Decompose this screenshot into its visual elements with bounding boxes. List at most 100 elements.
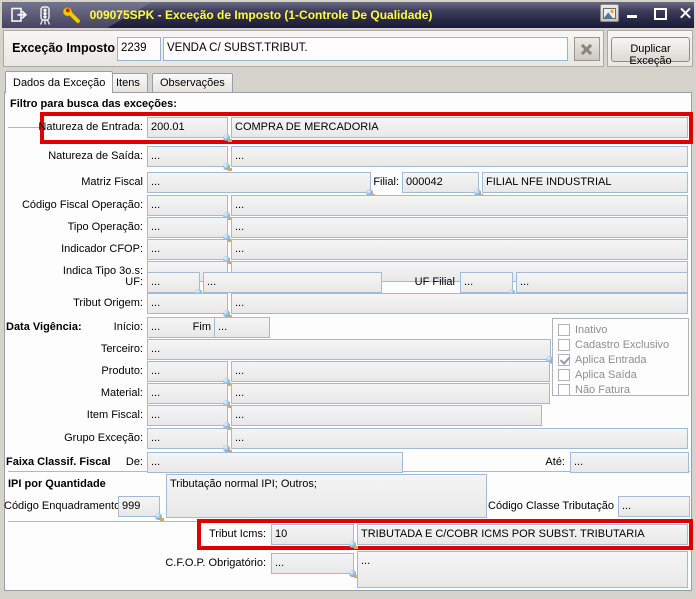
codigo-classe-tributacao-label: Código Classe Tributação [488,500,614,512]
checkbox-box[interactable] [558,368,570,381]
tribut-origem-desc-field[interactable]: ... [231,293,688,314]
uf-label: UF: [125,276,143,288]
item-fiscal-desc-field[interactable]: ... [231,405,542,426]
filial-code-field[interactable]: 000042 [402,172,483,197]
maximize-icon [653,8,667,20]
lookup-indicator-icon [349,570,358,578]
ipi-tributacao-field[interactable]: Tributação normal IPI; Outros; [166,474,487,518]
indicador-cfop-code-field[interactable]: ... [147,239,232,264]
close-icon [679,6,693,20]
tipo-operacao-desc-field[interactable]: ... [231,217,688,238]
ipi-section-label: IPI por Quantidade [8,478,106,490]
checkbox-nao-fatura[interactable]: Não Fatura [558,382,688,397]
checkbox-cadastro-exclusivo[interactable]: Cadastro Exclusivo [558,337,688,352]
material-code-field[interactable]: ... [147,383,232,408]
natureza-entrada-desc-field[interactable]: COMPRA DE MERCADORIA [231,117,688,138]
duplicate-exception-button[interactable]: Duplicar Exceção [611,37,690,67]
app-window: 009075SPK - Exceção de Imposto (1-Contro… [0,0,696,599]
tribut-icms-desc-field[interactable]: TRIBUTADA E C/COBR ICMS POR SUBST. TRIBU… [357,524,688,545]
clear-exception-button[interactable] [574,37,600,61]
indicador-cfop-desc-field[interactable]: ... [231,239,688,260]
de-field[interactable]: ... [147,452,403,473]
matriz-fiscal-label: Matriz Fiscal [81,176,143,188]
codigo-enquadramento-label: Código Enquadramento [4,500,121,512]
cfop-obrigatorio-code-field[interactable]: ... [271,553,358,578]
checkbox-label: Cadastro Exclusivo [575,338,670,351]
uf-desc-field[interactable]: ... [203,272,382,293]
lookup-indicator-icon [223,163,232,171]
grupo-excecao-label: Grupo Exceção: [64,432,143,444]
checkbox-inativo[interactable]: Inativo [558,322,688,337]
checkbox-box[interactable] [558,383,570,396]
ate-label: Até: [545,456,565,468]
tab-observacoes[interactable]: Observações [152,73,233,92]
fim-label: Fim [192,321,211,333]
codigo-enquadramento-field[interactable]: 999 [118,496,164,521]
item-fiscal-label: Item Fiscal: [86,409,143,421]
header-label: Exceção Imposto [12,41,115,55]
codigo-fiscal-operacao-code-field[interactable]: ... [147,195,232,220]
checkbox-label: Aplica Entrada [575,353,647,366]
checkbox-label: Inativo [575,323,608,336]
lookup-indicator-icon [155,513,164,521]
flags-panel: Inativo Cadastro Exclusivo Aplica Entrad… [552,318,689,396]
indicador-cfop-label: Indicador CFOP: [61,243,143,255]
cfop-obrigatorio-desc-field[interactable]: ... [357,551,688,588]
produto-label: Produto: [101,365,143,377]
lookup-indicator-icon [223,310,232,318]
tribut-icms-label: Tribut Icms: [208,528,266,540]
uf-filial-code-field[interactable]: ... [460,272,517,297]
produto-desc-field[interactable]: ... [231,361,550,382]
checkbox-aplica-entrada[interactable]: Aplica Entrada [558,352,688,367]
tab-dados-da-excecao[interactable]: Dados da Exceção [5,71,114,93]
titlebar: 009075SPK - Exceção de Imposto (1-Contro… [2,2,694,28]
minimize-button[interactable] [624,6,640,21]
checkbox-box[interactable] [558,338,570,351]
tribut-origem-code-field[interactable]: ... [147,293,232,318]
codigo-fiscal-operacao-label: Código Fiscal Operação: [21,199,143,211]
material-label: Material: [100,387,143,399]
checkbox-aplica-saida[interactable]: Aplica Saída [558,367,688,382]
filial-label: Filial: [373,176,399,188]
grupo-excecao-desc-field[interactable]: ... [231,428,688,449]
codigo-fiscal-operacao-desc-field[interactable]: ... [231,195,688,216]
natureza-saida-desc-field[interactable]: ... [231,146,688,167]
uf-filial-label: UF Filial [414,276,455,288]
exception-code-field[interactable]: 2239 [117,37,161,61]
clear-x-icon [580,42,594,56]
maximize-button[interactable] [652,6,668,21]
natureza-saida-code-field[interactable]: ... [147,146,232,171]
matriz-fiscal-field[interactable]: ... [147,172,375,197]
de-label: De: [125,456,143,468]
item-fiscal-code-field[interactable]: ... [147,405,232,430]
material-desc-field[interactable]: ... [231,383,550,404]
section-divider [8,521,197,522]
tab-itens[interactable]: Itens [108,73,148,92]
terceiro-field[interactable]: ... [147,339,555,364]
ate-field[interactable]: ... [570,452,689,473]
produto-code-field[interactable]: ... [147,361,232,386]
lookup-indicator-icon [223,445,232,453]
picture-button[interactable] [600,4,619,22]
natureza-entrada-code-field[interactable]: 200.01 [147,117,232,142]
checkbox-label: Não Fatura [575,383,631,396]
cfop-obrigatorio-label: C.F.O.P. Obrigatório: [165,557,266,569]
tribut-icms-code-field[interactable]: 10 [271,524,358,549]
lookup-indicator-icon [223,134,232,142]
natureza-entrada-label: Natureza de Entrada: [38,121,143,133]
uf-code-field[interactable]: ... [147,272,204,297]
codigo-classe-tributacao-field[interactable]: ... [618,496,690,517]
picture-icon [603,7,616,19]
fim-field[interactable]: ... [214,317,270,338]
uf-filial-desc-field[interactable]: ... [516,272,688,293]
tipo-operacao-code-field[interactable]: ... [147,217,232,242]
minimize-icon [627,15,637,18]
exception-description-field[interactable]: VENDA C/ SUBST.TRIBUT. [163,37,568,61]
natureza-saida-label: Natureza de Saída: [48,150,143,162]
filial-desc-field[interactable]: FILIAL NFE INDUSTRIAL [482,172,688,193]
close-button[interactable] [678,6,694,21]
grupo-excecao-code-field[interactable]: ... [147,428,232,453]
inicio-label: Início: [113,321,143,333]
checkbox-box[interactable] [558,353,570,366]
checkbox-box[interactable] [558,323,570,336]
